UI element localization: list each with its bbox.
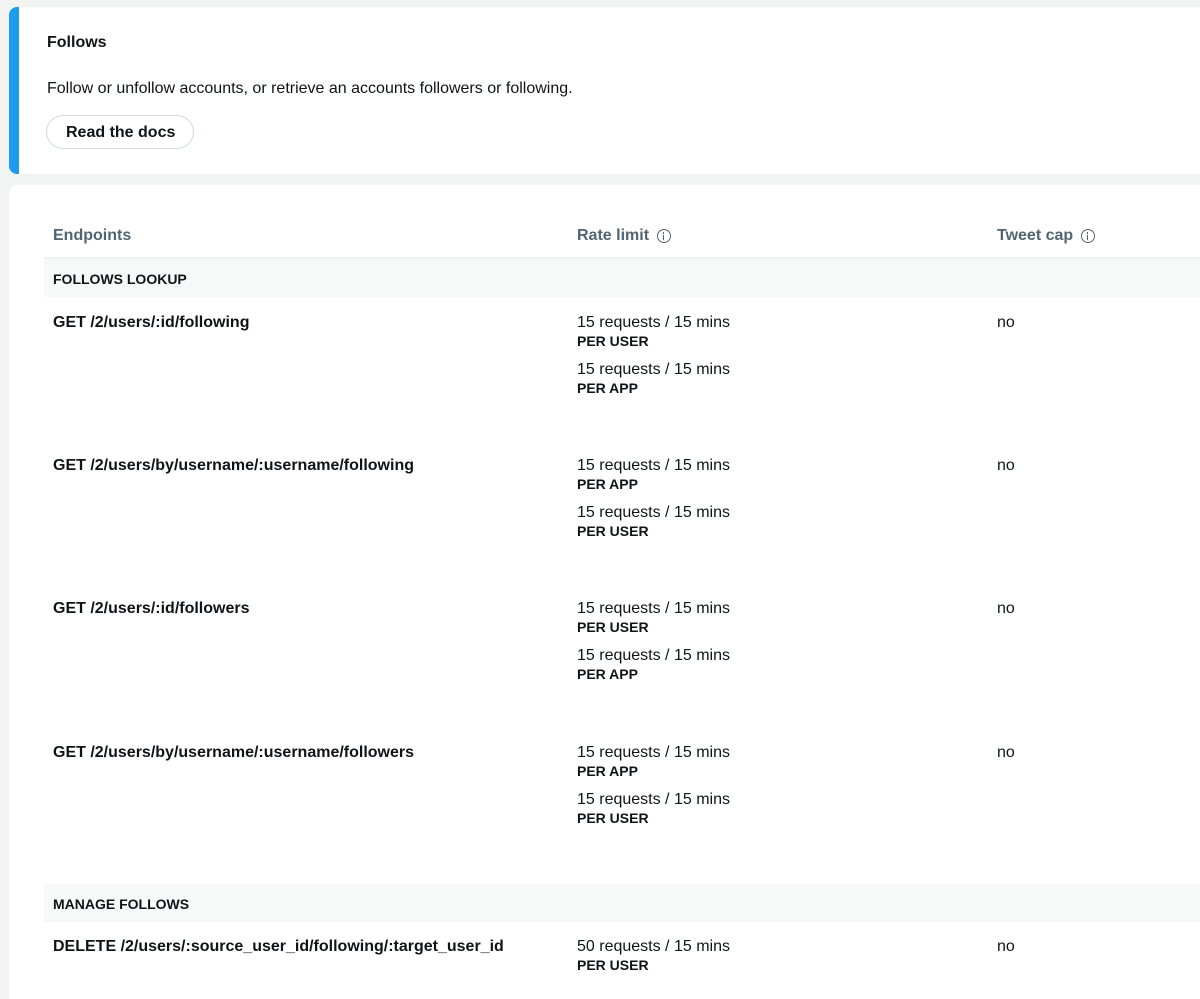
- tweet-cap-value: no: [997, 744, 1015, 761]
- section-title: FOLLOWS LOOKUP: [53, 271, 187, 287]
- rate-limit-requests: 15 requests / 15 mins: [577, 457, 730, 474]
- rate-limit-scope: PER USER: [577, 523, 649, 539]
- section-manage-follows: MANAGE FOLLOWS: [44, 884, 1200, 922]
- rate-limit-entry: 15 requests / 15 mins PER APP: [577, 646, 730, 683]
- page: Follows Follow or unfollow accounts, or …: [0, 0, 1200, 999]
- rate-limit-requests: 15 requests / 15 mins: [577, 314, 730, 331]
- rate-limit-requests: 15 requests / 15 mins: [577, 600, 730, 617]
- rate-limit-entry: 50 requests / 15 mins PER USER: [577, 937, 730, 974]
- rate-limit-requests: 15 requests / 15 mins: [577, 504, 730, 521]
- rate-limit-entry: 15 requests / 15 mins PER APP: [577, 456, 730, 493]
- rate-limit-scope: PER APP: [577, 380, 638, 396]
- column-header-endpoints: Endpoints: [53, 226, 131, 246]
- endpoint-path: DELETE /2/users/:source_user_id/followin…: [53, 938, 504, 955]
- follows-header-card: Follows Follow or unfollow accounts, or …: [9, 7, 1200, 174]
- column-header-tweet-cap: Tweet cap: [997, 226, 1096, 246]
- rate-limit-scope: PER USER: [577, 957, 649, 973]
- accent-bar: [9, 7, 19, 174]
- endpoint-path: GET /2/users/:id/following: [53, 314, 250, 331]
- rate-limit-entry: 15 requests / 15 mins PER USER: [577, 790, 730, 827]
- rate-limit-scope: PER APP: [577, 763, 638, 779]
- rate-limit-entry: 15 requests / 15 mins PER USER: [577, 313, 730, 350]
- rate-limit-table: Endpoints Rate limit Tweet cap FOLLOWS L…: [9, 185, 1200, 999]
- rate-limit-entry: 15 requests / 15 mins PER USER: [577, 503, 730, 540]
- rate-limit-scope: PER USER: [577, 810, 649, 826]
- rate-limit-entry: 15 requests / 15 mins PER APP: [577, 743, 730, 780]
- rate-limit-scope: PER APP: [577, 476, 638, 492]
- column-header-endpoints-label: Endpoints: [53, 227, 132, 244]
- rate-limit-requests: 15 requests / 15 mins: [577, 791, 730, 808]
- rate-limit-entry: 15 requests / 15 mins PER USER: [577, 599, 730, 636]
- card-title: Follows: [47, 34, 107, 51]
- rate-limit-scope: PER APP: [577, 666, 638, 682]
- rate-limit-entry: 15 requests / 15 mins PER APP: [577, 360, 730, 397]
- endpoint-path: GET /2/users/:id/followers: [53, 600, 250, 617]
- tweet-cap-value: no: [997, 314, 1015, 331]
- rate-limit-cell: 15 requests / 15 mins PER USER 15 reques…: [577, 599, 730, 693]
- tweet-cap-value: no: [997, 457, 1015, 474]
- section-title: MANAGE FOLLOWS: [53, 896, 190, 912]
- rate-limit-cell: 15 requests / 15 mins PER APP 15 request…: [577, 456, 730, 550]
- rate-limit-requests: 15 requests / 15 mins: [577, 744, 730, 761]
- table-header: Endpoints Rate limit Tweet cap: [44, 213, 1200, 259]
- column-header-tweet-cap-label: Tweet cap: [997, 227, 1074, 244]
- rate-limit-requests: 50 requests / 15 mins: [577, 938, 730, 955]
- rate-limit-cell: 15 requests / 15 mins PER USER 15 reques…: [577, 313, 730, 407]
- read-the-docs-button[interactable]: Read the docs: [46, 115, 195, 149]
- section-follows-lookup: FOLLOWS LOOKUP: [44, 259, 1200, 297]
- endpoint-path: GET /2/users/by/username/:username/follo…: [53, 457, 414, 474]
- tweet-cap-value: no: [997, 600, 1015, 617]
- rate-limit-scope: PER USER: [577, 619, 649, 635]
- rate-limit-requests: 15 requests / 15 mins: [577, 647, 730, 664]
- info-icon[interactable]: [1081, 229, 1096, 243]
- column-header-rate-limit-label: Rate limit: [577, 227, 650, 244]
- column-header-rate-limit: Rate limit: [577, 226, 672, 246]
- rate-limit-scope: PER USER: [577, 333, 649, 349]
- card-description: Follow or unfollow accounts, or retrieve…: [47, 80, 573, 97]
- rate-limit-requests: 15 requests / 15 mins: [577, 361, 730, 378]
- info-icon[interactable]: [657, 229, 672, 243]
- endpoint-path: GET /2/users/by/username/:username/follo…: [53, 744, 415, 761]
- rate-limit-cell: 15 requests / 15 mins PER APP 15 request…: [577, 743, 730, 837]
- tweet-cap-value: no: [997, 938, 1015, 955]
- rate-limit-cell: 50 requests / 15 mins PER USER: [577, 937, 730, 984]
